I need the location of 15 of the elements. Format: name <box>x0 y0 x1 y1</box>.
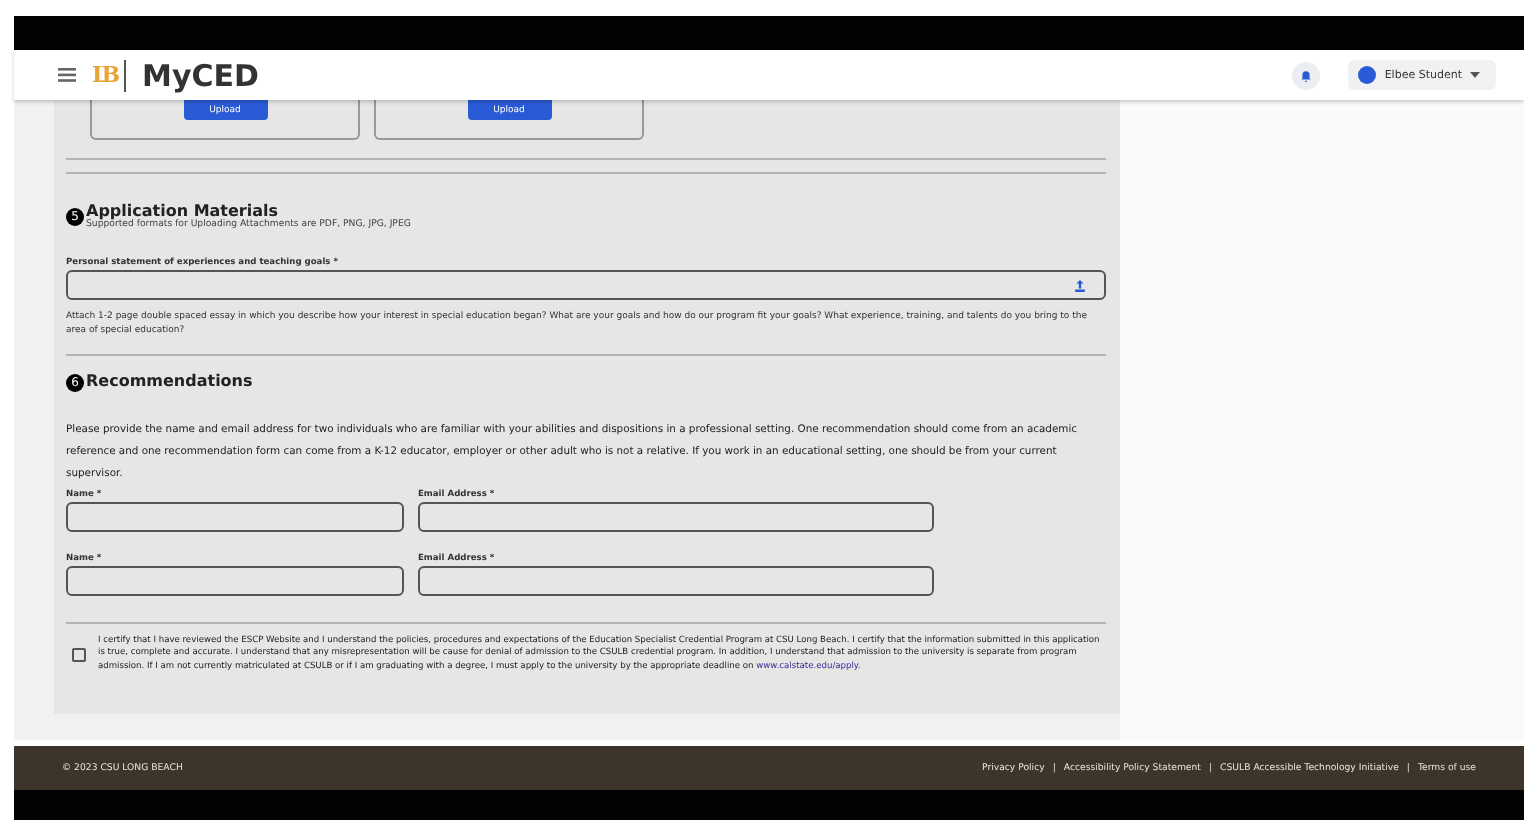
upload-icon <box>1074 279 1086 291</box>
file-upload-field[interactable] <box>66 270 1106 300</box>
email-input[interactable] <box>418 502 934 532</box>
bell-icon[interactable] <box>1292 61 1321 89</box>
menu-icon[interactable] <box>58 68 76 82</box>
checkbox[interactable] <box>72 648 86 663</box>
section-title: Application Materials <box>86 202 279 220</box>
avatar-icon <box>1358 66 1377 84</box>
app-name: MyCED <box>142 57 259 93</box>
email-input[interactable] <box>418 566 934 596</box>
caret-icon <box>1470 72 1480 78</box>
name-input[interactable] <box>66 566 404 596</box>
name-input[interactable] <box>66 502 404 532</box>
section-title: Recommendations <box>86 372 253 390</box>
logo: LB <box>92 59 127 91</box>
